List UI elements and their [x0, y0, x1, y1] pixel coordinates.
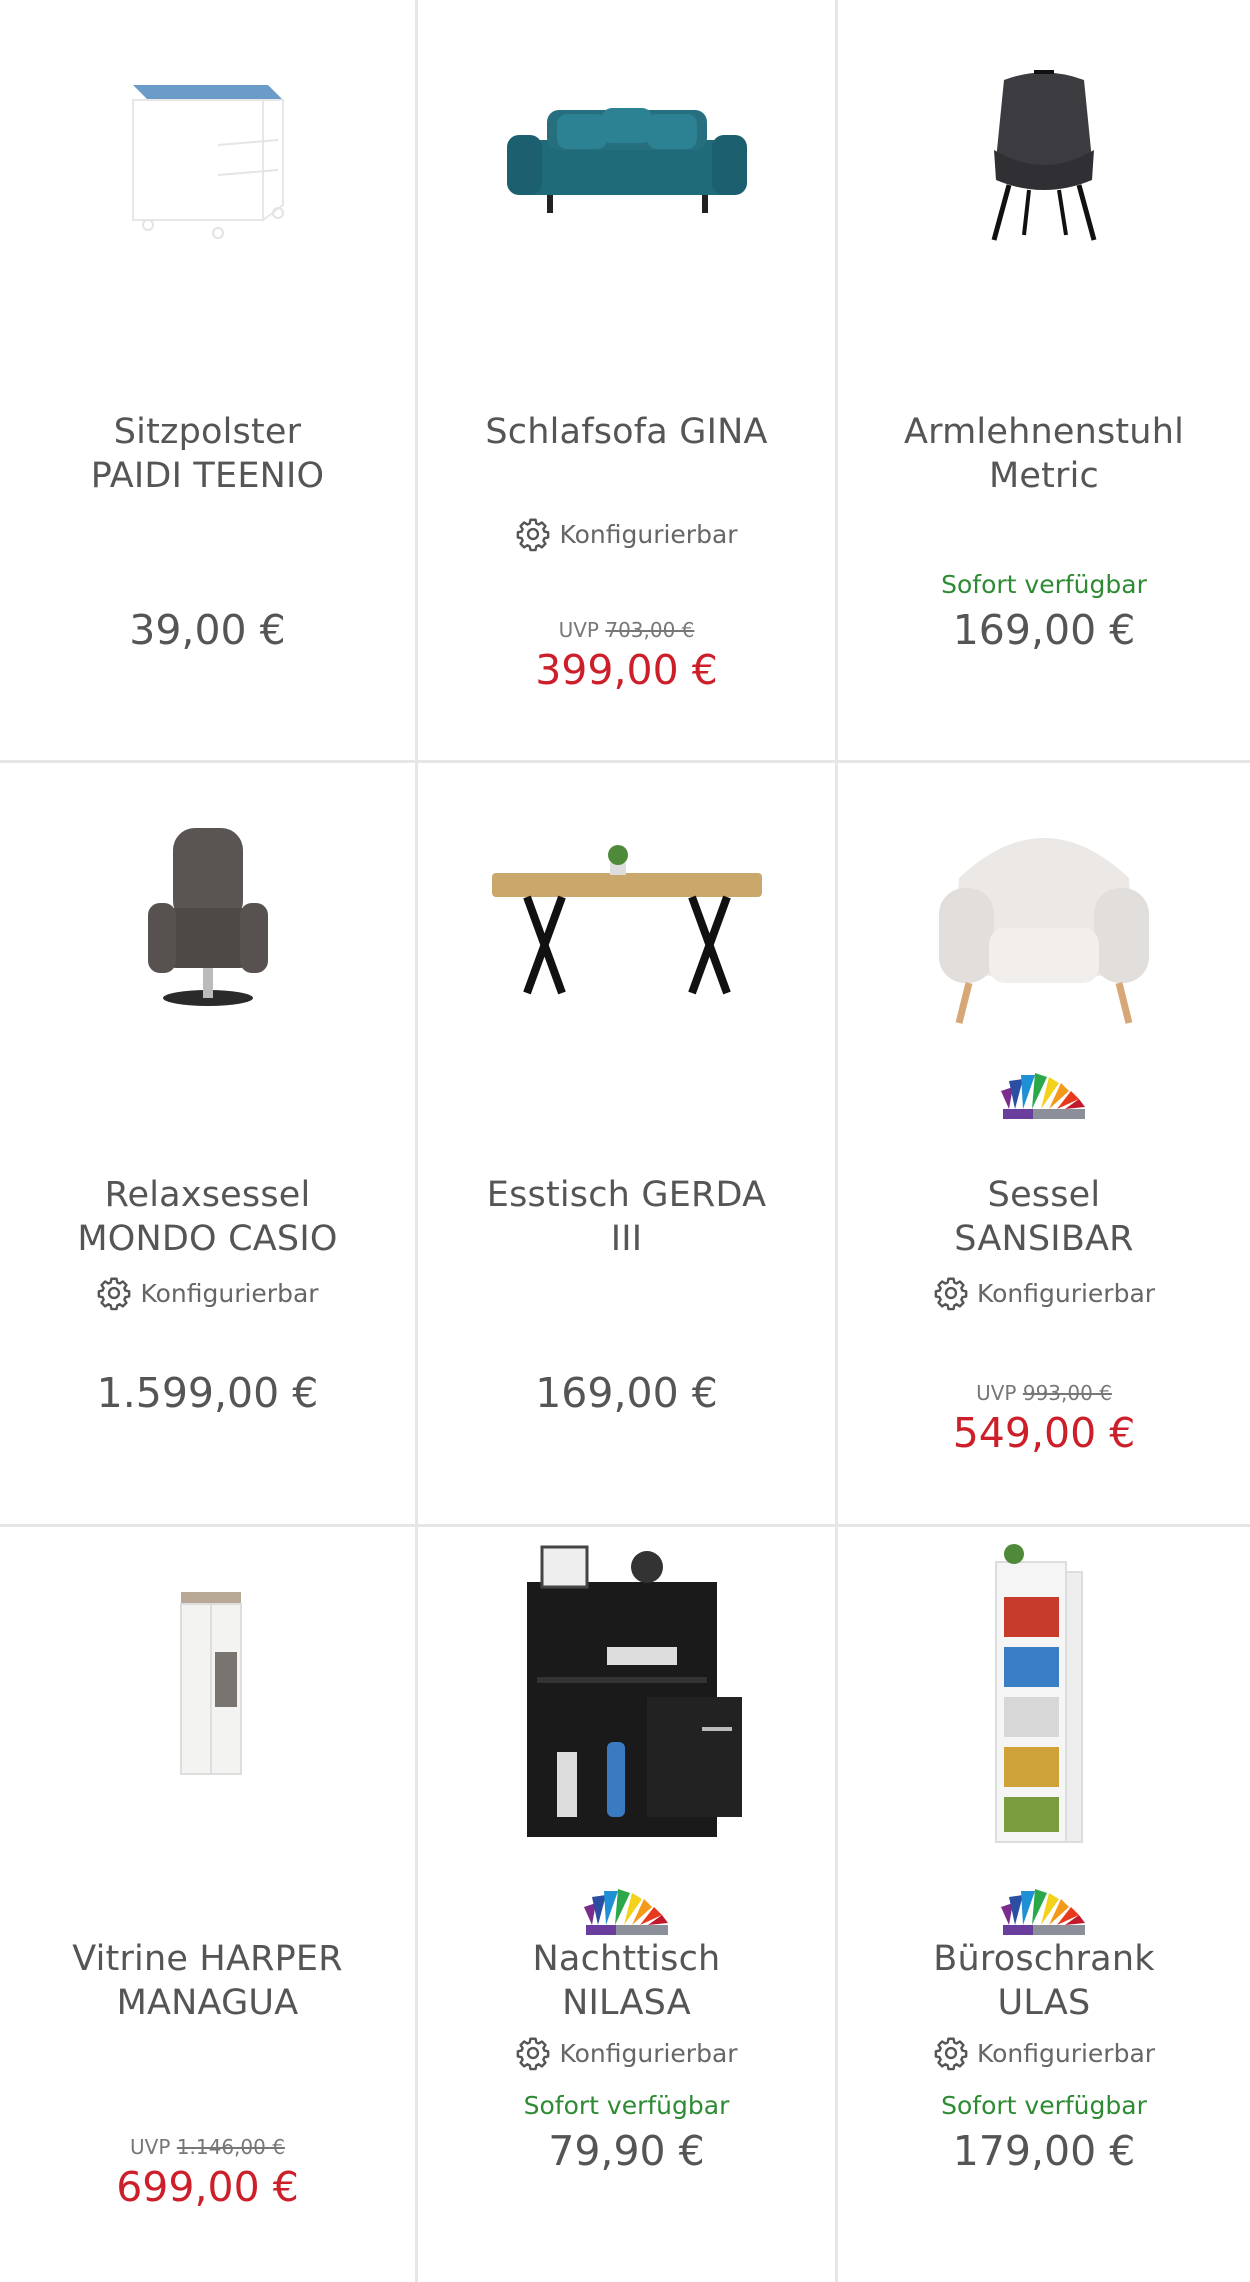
product-card[interactable]: Esstisch GERDA III 169,00 € [418, 763, 838, 1527]
availability-label: Sofort verfügbar [941, 2091, 1147, 2120]
sale-price: 399,00 € [535, 646, 718, 694]
sale-price: 549,00 € [952, 1409, 1136, 1457]
armchair-image[interactable] [838, 803, 1250, 1033]
product-card[interactable]: Schlafsofa GINA Konfigurierbar UVP 703,0… [418, 0, 838, 763]
product-card[interactable]: Nachttisch NILASA Konfigurierbar Sofort … [418, 1527, 838, 2282]
uvp-price: UVP 1.146,00 € [130, 2135, 285, 2159]
product-price: 39,00 € [129, 606, 286, 654]
drawer-cushion-image[interactable] [0, 40, 415, 270]
old-price: 993,00 € [1022, 1381, 1112, 1405]
availability-label: Sofort verfügbar [941, 570, 1147, 599]
configurable-badge: Konfigurierbar [838, 2035, 1250, 2071]
old-price: 1.146,00 € [176, 2135, 285, 2159]
gear-icon [515, 516, 551, 552]
configurable-badge: Konfigurierbar [418, 2035, 835, 2071]
configurable-badge: Konfigurierbar [0, 1275, 415, 1311]
gear-icon [933, 2035, 969, 2071]
product-name[interactable]: Armlehnenstuhl Metric [858, 410, 1230, 498]
product-price: 1.599,00 € [96, 1369, 319, 1417]
product-name[interactable]: Relaxsessel MONDO CASIO [20, 1173, 395, 1261]
chair-image[interactable] [838, 40, 1250, 270]
product-name[interactable]: Sessel SANSIBAR [858, 1173, 1230, 1261]
color-swatch-icon[interactable] [582, 1887, 672, 1937]
product-grid: Sitzpolster PAIDI TEENIO 39,00 € Schlafs… [0, 0, 1250, 2282]
product-card[interactable]: Büroschrank ULAS Konfigurierbar Sofort v… [838, 1527, 1250, 2282]
configurable-badge: Konfigurierbar [838, 1275, 1250, 1311]
configurable-badge: Konfigurierbar [418, 516, 835, 552]
gear-icon [933, 1275, 969, 1311]
product-name[interactable]: Schlafsofa GINA [438, 410, 815, 454]
availability-label: Sofort verfügbar [523, 2091, 730, 2120]
nightstand-image[interactable] [418, 1527, 835, 1847]
product-name[interactable]: Vitrine HARPER MANAGUA [20, 1937, 395, 2025]
gear-icon [96, 1275, 132, 1311]
table-image[interactable] [418, 803, 835, 1033]
product-price: 169,00 € [535, 1369, 718, 1417]
product-name[interactable]: Sitzpolster PAIDI TEENIO [20, 410, 395, 498]
sale-price: 699,00 € [116, 2163, 299, 2211]
product-name[interactable]: Büroschrank ULAS [858, 1937, 1230, 2025]
color-swatch-icon[interactable] [999, 1071, 1089, 1121]
product-card[interactable]: Sessel SANSIBAR Konfigurierbar UVP 993,0… [838, 763, 1250, 1527]
color-swatch-icon[interactable] [999, 1887, 1089, 1937]
product-card[interactable]: Armlehnenstuhl Metric Sofort verfügbar 1… [838, 0, 1250, 763]
product-price: 79,90 € [548, 2127, 705, 2175]
product-card[interactable]: Relaxsessel MONDO CASIO Konfigurierbar 1… [0, 763, 418, 1527]
uvp-price: UVP 703,00 € [558, 618, 695, 642]
product-price: 179,00 € [952, 2127, 1136, 2175]
office-cabinet-image[interactable] [838, 1544, 1250, 1847]
sofa-image[interactable] [418, 40, 835, 270]
uvp-price: UVP 993,00 € [976, 1381, 1112, 1405]
gear-icon [515, 2035, 551, 2071]
product-name[interactable]: Esstisch GERDA III [438, 1173, 815, 1261]
vitrine-image[interactable] [0, 1567, 415, 1797]
product-name[interactable]: Nachttisch NILASA [438, 1937, 815, 2025]
old-price: 703,00 € [605, 618, 695, 642]
recliner-image[interactable] [0, 803, 415, 1033]
product-price: 169,00 € [952, 606, 1136, 654]
product-card[interactable]: Vitrine HARPER MANAGUA UVP 1.146,00 € 69… [0, 1527, 418, 2282]
product-card[interactable]: Sitzpolster PAIDI TEENIO 39,00 € [0, 0, 418, 763]
